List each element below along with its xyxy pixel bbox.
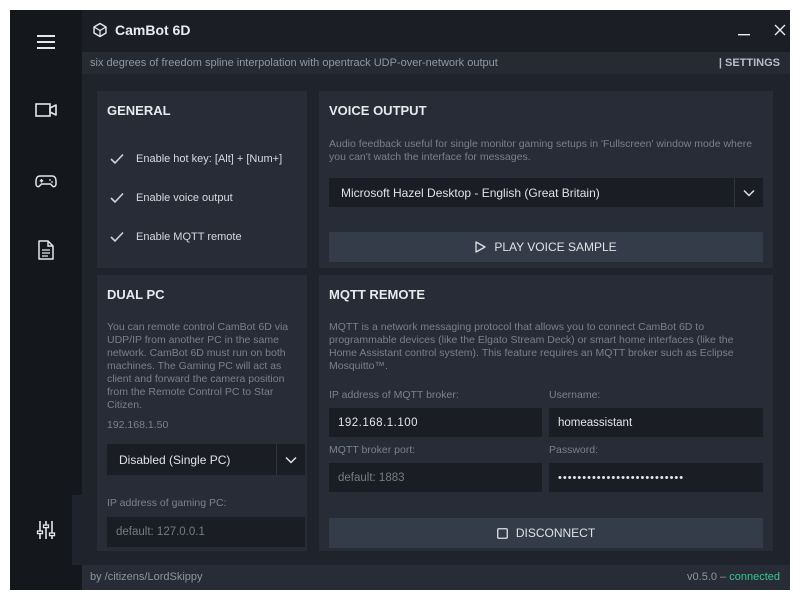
general-panel: GENERAL Enable hot key: [Alt] + [Num+] E… <box>97 91 307 268</box>
settings-breadcrumb[interactable]: | SETTINGS <box>719 57 780 69</box>
mqtt-description: MQTT is a network messaging protocol tha… <box>329 321 734 372</box>
check-icon <box>107 149 127 169</box>
close-icon <box>774 24 786 36</box>
dual-pc-title: DUAL PC <box>107 287 165 302</box>
status-bar: by /citizens/LordSkippy v0.5.0 – connect… <box>82 565 790 590</box>
version-status: v0.5.0 – connected <box>687 571 780 583</box>
mqtt-remote-label: Enable MQTT remote <box>136 231 242 243</box>
hotkey-label: Enable hot key: [Alt] + [Num+] <box>136 153 283 165</box>
mqtt-remote-checkbox[interactable]: Enable MQTT remote <box>107 226 242 248</box>
title-bar: CamBot 6D <box>82 10 790 52</box>
app-subtitle: six degrees of freedom spline interpolat… <box>90 57 498 69</box>
password-input[interactable] <box>549 463 763 492</box>
dual-pc-mode-value: Disabled (Single PC) <box>119 452 231 467</box>
sidebar-item-log[interactable] <box>10 220 82 280</box>
version-text: v0.5.0 – <box>687 571 727 583</box>
menu-button[interactable] <box>10 12 82 72</box>
disconnect-label: DISCONNECT <box>515 526 596 540</box>
stop-icon <box>496 527 508 539</box>
broker-port-label: MQTT broker port: <box>329 444 416 456</box>
disconnect-button[interactable]: DISCONNECT <box>329 518 763 548</box>
gaming-pc-ip-input[interactable] <box>107 517 305 547</box>
broker-ip-input[interactable] <box>329 408 542 437</box>
voice-output-label: Enable voice output <box>136 192 233 204</box>
sidebar <box>10 10 82 590</box>
dual-pc-description: You can remote control CamBot 6D via UDP… <box>107 321 289 411</box>
close-button[interactable] <box>768 18 792 42</box>
voice-select-value: Microsoft Hazel Desktop - English (Great… <box>341 185 600 200</box>
voice-output-checkbox[interactable]: Enable voice output <box>107 187 233 209</box>
document-icon <box>38 240 54 260</box>
username-input[interactable] <box>549 408 763 437</box>
sidebar-item-gamepad[interactable] <box>10 151 82 211</box>
chevron-down-icon <box>277 456 305 464</box>
dual-pc-mode-select[interactable]: Disabled (Single PC) <box>107 444 305 475</box>
check-icon <box>107 188 127 208</box>
app-title: CamBot 6D <box>115 22 191 38</box>
password-label: Password: <box>549 444 599 456</box>
chevron-down-icon <box>735 189 763 197</box>
minimize-icon <box>738 34 750 36</box>
broker-port-input[interactable] <box>329 463 542 492</box>
voice-output-panel: VOICE OUTPUT Audio feedback useful for s… <box>319 91 773 268</box>
username-label: Username: <box>549 389 601 401</box>
play-icon <box>475 241 487 253</box>
broker-ip-label: IP address of MQTT broker: <box>329 389 459 401</box>
app-window: CamBot 6D six degrees of freedom spline … <box>10 10 790 590</box>
voice-select[interactable]: Microsoft Hazel Desktop - English (Great… <box>329 178 763 207</box>
sidebar-item-camera[interactable] <box>10 80 82 140</box>
general-title: GENERAL <box>107 103 171 118</box>
local-ip-address: 192.168.1.50 <box>107 419 169 431</box>
hotkey-checkbox[interactable]: Enable hot key: [Alt] + [Num+] <box>107 148 282 170</box>
gamepad-icon <box>35 175 57 188</box>
subtitle-bar: six degrees of freedom spline interpolat… <box>82 52 790 74</box>
connection-status: connected <box>729 571 780 583</box>
minimize-button[interactable] <box>732 18 756 42</box>
play-voice-sample-label: PLAY VOICE SAMPLE <box>494 240 617 254</box>
menu-icon <box>37 35 55 49</box>
play-voice-sample-button[interactable]: PLAY VOICE SAMPLE <box>329 232 763 262</box>
check-icon <box>107 227 127 247</box>
gaming-pc-ip-label: IP address of gaming PC: <box>107 497 227 509</box>
mqtt-remote-panel: MQTT REMOTE MQTT is a network messaging … <box>319 275 773 551</box>
dual-pc-panel: DUAL PC You can remote control CamBot 6D… <box>97 275 307 551</box>
voice-output-description: Audio feedback useful for single monitor… <box>329 138 753 163</box>
app-logo-icon <box>92 22 108 43</box>
sidebar-item-settings[interactable] <box>10 500 82 560</box>
voice-output-title: VOICE OUTPUT <box>329 103 427 118</box>
mqtt-remote-title: MQTT REMOTE <box>329 287 426 302</box>
sliders-icon <box>36 521 56 539</box>
camera-icon <box>35 103 57 117</box>
credit-text: by /citizens/LordSkippy <box>90 571 203 583</box>
